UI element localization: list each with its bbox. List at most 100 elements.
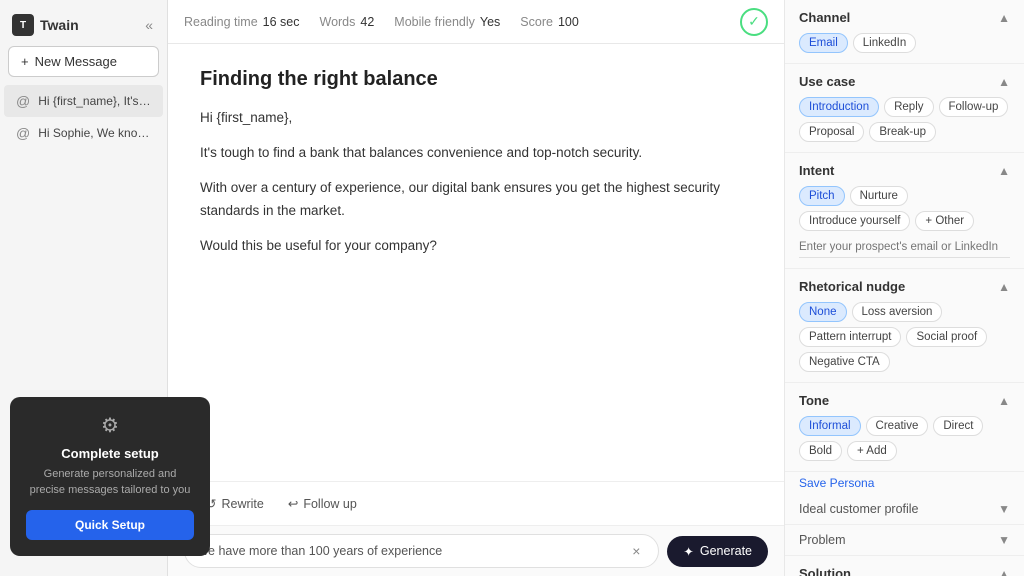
- rhetorical-nudge-tags: None Loss aversion Pattern interrupt Soc…: [799, 302, 1010, 372]
- words-stat: Words 42: [320, 15, 375, 29]
- tone-header[interactable]: Tone ▲: [799, 393, 1010, 408]
- generate-button[interactable]: ✦ Generate: [667, 536, 768, 567]
- sidebar-header: T Twain «: [0, 8, 167, 42]
- ideal-customer-dropdown[interactable]: Ideal customer profile ▼: [785, 494, 1024, 525]
- prompt-input[interactable]: [199, 544, 628, 558]
- solution-title: Solution: [799, 566, 851, 576]
- at-icon-1: @: [16, 93, 30, 109]
- editor-toolbar: ↺ Rewrite ↩ Follow up: [168, 481, 784, 525]
- paragraph-2: It's tough to find a bank that balances …: [200, 142, 752, 165]
- tag-nurture[interactable]: Nurture: [850, 186, 908, 206]
- save-persona-link[interactable]: Save Persona: [785, 472, 1024, 494]
- ideal-customer-label: Ideal customer profile: [799, 502, 919, 516]
- sidebar-item-msg1[interactable]: @ Hi {first_name}, It's tou...: [4, 85, 163, 117]
- tone-tags: Informal Creative Direct Bold + Add: [799, 416, 1010, 461]
- intent-chevron: ▲: [998, 164, 1010, 178]
- gear-icon: ⚙: [26, 413, 194, 438]
- new-message-button[interactable]: + New Message: [8, 46, 159, 77]
- document-title: Finding the right balance: [200, 68, 752, 91]
- words-label: Words: [320, 15, 356, 29]
- quick-setup-button[interactable]: Quick Setup: [26, 510, 194, 540]
- tag-social-proof[interactable]: Social proof: [906, 327, 987, 347]
- tone-chevron: ▲: [998, 394, 1010, 408]
- document-body: Hi {first_name}, It's tough to find a ba…: [200, 107, 752, 258]
- solution-chevron: ▲: [998, 567, 1010, 576]
- tag-reply[interactable]: Reply: [884, 97, 933, 117]
- channel-header[interactable]: Channel ▲: [799, 10, 1010, 25]
- intent-title: Intent: [799, 163, 834, 178]
- follow-up-button[interactable]: ↩ Follow up: [282, 492, 363, 515]
- generate-icon: ✦: [683, 544, 693, 559]
- plus-icon: +: [21, 54, 29, 69]
- right-panel: Channel ▲ Email LinkedIn Use case ▲ Intr…: [784, 0, 1024, 576]
- intent-email-input[interactable]: [799, 237, 1010, 258]
- score-label: Score: [520, 15, 553, 29]
- problem-dropdown[interactable]: Problem ▼: [785, 525, 1024, 556]
- setup-title: Complete setup: [26, 446, 194, 461]
- new-message-label: New Message: [35, 54, 117, 69]
- follow-up-label: Follow up: [303, 497, 357, 511]
- sidebar-item-text-2: Hi Sophie, We know wri...: [38, 126, 151, 140]
- check-circle: ✓: [740, 8, 768, 36]
- collapse-button[interactable]: «: [143, 15, 155, 35]
- use-case-section: Use case ▲ Introduction Reply Follow-up …: [785, 64, 1024, 153]
- solution-header[interactable]: Solution ▲: [799, 566, 1010, 576]
- editor[interactable]: Finding the right balance Hi {first_name…: [168, 44, 784, 481]
- use-case-title: Use case: [799, 74, 855, 89]
- tag-introduction[interactable]: Introduction: [799, 97, 879, 117]
- tag-none[interactable]: None: [799, 302, 847, 322]
- clear-input-button[interactable]: ×: [628, 543, 644, 559]
- tag-informal[interactable]: Informal: [799, 416, 861, 436]
- problem-label: Problem: [799, 533, 846, 547]
- tone-title: Tone: [799, 393, 829, 408]
- tag-break-up[interactable]: Break-up: [869, 122, 936, 142]
- intent-section: Intent ▲ Pitch Nurture Introduce yoursel…: [785, 153, 1024, 269]
- channel-section: Channel ▲ Email LinkedIn: [785, 0, 1024, 64]
- rhetorical-nudge-header[interactable]: Rhetorical nudge ▲: [799, 279, 1010, 294]
- use-case-tags: Introduction Reply Follow-up Proposal Br…: [799, 97, 1010, 142]
- ideal-customer-chevron: ▼: [998, 502, 1010, 516]
- intent-header[interactable]: Intent ▲: [799, 163, 1010, 178]
- setup-description: Generate personalized and precise messag…: [26, 467, 194, 498]
- mobile-stat: Mobile friendly Yes: [394, 15, 500, 29]
- tag-other[interactable]: + Other: [915, 211, 974, 231]
- input-row: × ✦ Generate: [168, 525, 784, 576]
- topbar: Reading time 16 sec Words 42 Mobile frie…: [168, 0, 784, 44]
- at-icon-2: @: [16, 125, 30, 141]
- tag-add-tone[interactable]: + Add: [847, 441, 897, 461]
- tag-negative-cta[interactable]: Negative CTA: [799, 352, 890, 372]
- tag-direct[interactable]: Direct: [933, 416, 983, 436]
- tag-email[interactable]: Email: [799, 33, 848, 53]
- tag-pattern-interrupt[interactable]: Pattern interrupt: [799, 327, 901, 347]
- channel-tags: Email LinkedIn: [799, 33, 1010, 53]
- tag-linkedin[interactable]: LinkedIn: [853, 33, 916, 53]
- input-field-container: ×: [184, 534, 659, 568]
- channel-chevron: ▲: [998, 11, 1010, 25]
- brand-name: Twain: [40, 17, 79, 33]
- score-value: 100: [558, 15, 579, 29]
- rewrite-label: Rewrite: [221, 497, 263, 511]
- use-case-chevron: ▲: [998, 75, 1010, 89]
- rewrite-button[interactable]: ↺ Rewrite: [200, 492, 270, 515]
- intent-tags: Pitch Nurture Introduce yourself + Other: [799, 186, 1010, 231]
- reading-time-stat: Reading time 16 sec: [184, 15, 300, 29]
- paragraph-3: With over a century of experience, our d…: [200, 177, 752, 223]
- follow-up-icon: ↩: [288, 496, 298, 511]
- channel-title: Channel: [799, 10, 850, 25]
- tag-loss-aversion[interactable]: Loss aversion: [852, 302, 943, 322]
- paragraph-1: Hi {first_name},: [200, 107, 752, 130]
- rhetorical-nudge-chevron: ▲: [998, 280, 1010, 294]
- tag-pitch[interactable]: Pitch: [799, 186, 845, 206]
- tag-bold[interactable]: Bold: [799, 441, 842, 461]
- tag-proposal[interactable]: Proposal: [799, 122, 864, 142]
- use-case-header[interactable]: Use case ▲: [799, 74, 1010, 89]
- tag-creative[interactable]: Creative: [866, 416, 929, 436]
- paragraph-4: Would this be useful for your company?: [200, 235, 752, 258]
- sidebar: T Twain « + New Message @ Hi {first_name…: [0, 0, 168, 576]
- tag-introduce[interactable]: Introduce yourself: [799, 211, 910, 231]
- sidebar-item-text-1: Hi {first_name}, It's tou...: [38, 94, 151, 108]
- tag-follow-up[interactable]: Follow-up: [939, 97, 1009, 117]
- reading-time-value: 16 sec: [263, 15, 300, 29]
- main-content: Reading time 16 sec Words 42 Mobile frie…: [168, 0, 784, 576]
- sidebar-item-msg2[interactable]: @ Hi Sophie, We know wri...: [4, 117, 163, 149]
